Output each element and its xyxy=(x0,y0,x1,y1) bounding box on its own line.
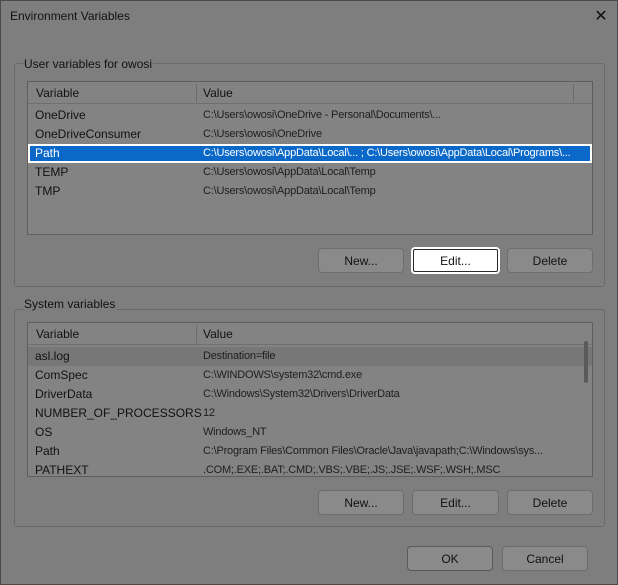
variable-name: TEMP xyxy=(35,165,69,179)
user-variables-label: User variables for owosi xyxy=(23,57,154,71)
user-edit-button[interactable]: Edit... xyxy=(411,247,500,274)
system-new-button[interactable]: New... xyxy=(318,490,404,515)
list-item[interactable]: TMP C:\Users\owosi\AppData\Local\Temp xyxy=(28,182,592,201)
system-variables-list[interactable]: Variable Value asl.log Destination=file … xyxy=(27,322,593,477)
list-item[interactable]: DriverData C:\Windows\System32\Drivers\D… xyxy=(28,385,592,404)
ok-button[interactable]: OK xyxy=(407,546,493,571)
column-header-variable[interactable]: Variable xyxy=(29,82,195,104)
variable-value: C:\Users\owosi\OneDrive xyxy=(203,128,322,140)
variable-value: Windows_NT xyxy=(203,426,267,438)
variable-name: NUMBER_OF_PROCESSORS xyxy=(35,406,202,420)
variable-value: C:\WINDOWS\system32\cmd.exe xyxy=(203,369,363,381)
vertical-scrollbar[interactable] xyxy=(584,341,588,383)
user-variables-list[interactable]: Variable Value OneDrive C:\Users\owosi\O… xyxy=(27,81,593,235)
variable-value: 12 xyxy=(203,407,215,419)
variable-name: TMP xyxy=(35,184,61,198)
user-delete-button[interactable]: Delete xyxy=(507,248,593,273)
variable-value: C:\Users\owosi\OneDrive - Personal\Docum… xyxy=(203,109,441,121)
variable-value: C:\Users\owosi\AppData\Local\Temp xyxy=(203,185,376,197)
variable-name: Path xyxy=(35,146,60,160)
variable-value: Destination=file xyxy=(203,350,276,362)
list-item[interactable]: NUMBER_OF_PROCESSORS 12 xyxy=(28,404,592,423)
list-item[interactable]: Path C:\Program Files\Common Files\Oracl… xyxy=(28,442,592,461)
variable-name: OS xyxy=(35,425,53,439)
variable-value: C:\Users\owosi\AppData\Local\... ; C:\Us… xyxy=(203,147,571,159)
variable-name: OneDrive xyxy=(35,108,86,122)
system-edit-button[interactable]: Edit... xyxy=(412,490,499,515)
variable-name: OneDriveConsumer xyxy=(35,127,142,141)
column-header-variable[interactable]: Variable xyxy=(29,323,195,345)
column-header-value[interactable]: Value xyxy=(196,323,572,345)
list-item[interactable]: OS Windows_NT xyxy=(28,423,592,442)
system-delete-button[interactable]: Delete xyxy=(507,490,593,515)
variable-name: ComSpec xyxy=(35,368,88,382)
variable-value: C:\Windows\System32\Drivers\DriverData xyxy=(203,388,400,400)
user-new-button[interactable]: New... xyxy=(318,248,404,273)
list-item-selected[interactable]: Path C:\Users\owosi\AppData\Local\... ; … xyxy=(28,144,592,163)
list-item[interactable]: PATHEXT .COM;.EXE;.BAT;.CMD;.VBS;.VBE;.J… xyxy=(28,461,592,477)
user-list-header: Variable Value xyxy=(28,82,592,104)
list-item[interactable]: asl.log Destination=file xyxy=(28,347,592,366)
variable-value: C:\Users\owosi\AppData\Local\Temp xyxy=(203,166,376,178)
list-item[interactable]: OneDrive C:\Users\owosi\OneDrive - Perso… xyxy=(28,106,592,125)
list-item[interactable]: OneDriveConsumer C:\Users\owosi\OneDrive xyxy=(28,125,592,144)
variable-value: C:\Program Files\Common Files\Oracle\Jav… xyxy=(203,445,543,457)
system-list-header: Variable Value xyxy=(28,323,592,345)
close-icon[interactable]: ✕ xyxy=(589,4,613,28)
title-bar: Environment Variables ✕ xyxy=(1,1,617,33)
cancel-button[interactable]: Cancel xyxy=(502,546,588,571)
column-header-value[interactable]: Value xyxy=(196,82,572,104)
system-variables-label: System variables xyxy=(23,297,117,311)
variable-name: DriverData xyxy=(35,387,93,401)
column-separator[interactable] xyxy=(573,84,574,102)
variable-name: PATHEXT xyxy=(35,463,89,477)
variable-value: .COM;.EXE;.BAT;.CMD;.VBS;.VBE;.JS;.JSE;.… xyxy=(203,464,501,476)
environment-variables-dialog: Environment Variables ✕ User variables f… xyxy=(0,0,618,585)
variable-name: Path xyxy=(35,444,60,458)
list-item[interactable]: ComSpec C:\WINDOWS\system32\cmd.exe xyxy=(28,366,592,385)
list-item[interactable]: TEMP C:\Users\owosi\AppData\Local\Temp xyxy=(28,163,592,182)
window-title: Environment Variables xyxy=(10,9,130,23)
variable-name: asl.log xyxy=(35,349,70,363)
